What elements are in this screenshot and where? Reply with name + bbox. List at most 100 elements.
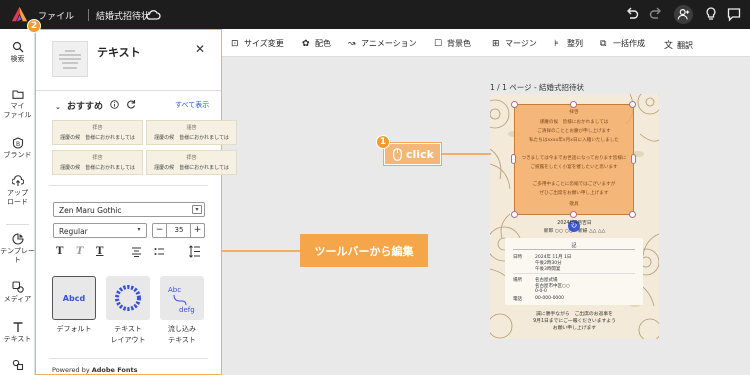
preset-text-layout[interactable] [106,276,150,320]
info-card[interactable]: 記 日時 2024年 11月 1日 午後2時30分 午後3時開宴 場所 名古屋式… [505,238,643,305]
add-user-button[interactable] [674,5,693,24]
selected-text-line: 拝啓 [569,110,579,115]
toolbar-animation[interactable]: ↝ アニメーション [348,38,417,49]
connector-line [441,153,491,155]
rail-label: アップ ロード [7,189,28,206]
info-key: 場所 [513,278,522,283]
rail-item-brand[interactable]: B ブランド [0,137,35,160]
card-heading: 拝啓 [92,125,103,131]
font-size-stepper[interactable]: − 35 + [152,223,205,238]
rail-divider [6,224,29,225]
decrease-size-button[interactable]: − [153,224,167,237]
selected-text-line: 私たちはxxxx年x月x日に入籍いたしました [529,138,619,143]
lightbulb-icon[interactable] [703,6,719,22]
font-weight-select[interactable]: Regular ▾ [53,223,147,238]
card-text: 謹慶の候 皆様におかれましては [60,165,135,171]
italic-style-icon[interactable]: T [76,246,83,257]
toolbar-translate[interactable]: 文翻訳 [664,38,693,51]
top-bar: ファイル 結婚式招待状 [0,0,750,29]
rail-label: マイ ファイル [3,102,32,119]
underline-style-icon[interactable]: T [96,246,103,257]
mouse-icon [393,147,402,161]
recommend-card[interactable]: 拝啓 謹慶の候 皆様におかれましては [52,150,143,175]
resize-handle[interactable] [511,101,518,108]
editing-toolbar: ⊡ サイズ変更 ✿ 配色 ↝ アニメーション ☐ 背景色 ⊞ マージン ⊧ 整列 ⧉ 一括作成… [222,29,750,57]
rail-item-search[interactable]: 検索 [0,41,35,64]
text-panel: テキスト ✕ ⌄ おすすめ すべて表示 拝啓 謹慶の候 皆様におかれましては 謹… [35,29,237,375]
chevron-down-icon: ▾ [137,226,141,233]
card-heading: 拝啓 [92,155,103,161]
resize-handle[interactable] [631,154,636,164]
toolbar-margin[interactable]: ⊞ マージン [492,38,537,49]
toolbar-batch[interactable]: ⧉ 一括作成 [600,38,645,49]
preset-default[interactable]: Abcd [52,276,96,320]
close-icon[interactable]: ✕ [195,42,205,56]
increase-size-button[interactable]: + [190,224,204,237]
step-badge-1: 1 [376,135,390,149]
recommend-card[interactable]: 拝啓 謹慶の候 皆様におかれましては [52,120,143,145]
undo-icon[interactable] [624,6,640,22]
powered-brand[interactable]: Adobe Fonts [92,366,138,374]
resize-handle[interactable] [629,101,636,108]
rail-item-text[interactable]: テキスト [0,321,35,344]
svg-text:defg: defg [179,306,195,314]
recommend-card[interactable]: 謹啓 謹慶の候 皆様におかれましては [146,120,237,145]
preset-label: テキスト レイアウト [110,325,146,344]
resize-handle[interactable] [511,211,518,218]
click-label: click [406,147,434,161]
rail-item-my-files[interactable]: マイ ファイル [0,88,35,120]
rail-item-templates[interactable]: テンプレート [0,233,35,265]
cloud-icon [146,10,161,20]
divider [513,249,635,250]
rail-item-media[interactable]: メディア [0,281,35,304]
align-center-icon[interactable] [131,247,142,257]
list-icon[interactable] [154,247,165,257]
preset-flow-text[interactable]: Abc defg [160,276,204,320]
toolbar-background[interactable]: ☐ 背景色 [434,38,471,49]
file-menu[interactable]: ファイル [38,9,74,22]
rail-item-elements[interactable] [0,359,35,373]
card-text: 謹慶の候 皆様におかれましては [154,165,229,171]
preset-sample: Abcd [62,293,86,303]
resize-handle[interactable] [570,211,577,218]
refresh-icon[interactable] [126,99,136,109]
click-indicator: click [383,142,442,166]
text-icon [13,322,22,332]
toolbar-align[interactable]: ⊧ 整列 [554,38,583,49]
selected-text-line: つきましては今までお世話になっております皆様に [521,156,627,161]
closing-line: 9月1日までにご一報くださいますよう [533,319,616,324]
line-spacing-icon[interactable] [189,245,201,258]
document-title[interactable]: 結婚式招待状 [96,9,150,22]
resize-handle[interactable] [511,154,516,164]
divider [36,90,221,91]
toolbar-resize[interactable]: ⊡ サイズ変更 [231,38,284,49]
translate-icon: 文 [664,41,674,51]
info-key: 電話 [513,297,522,302]
info-value: 午後3時開宴 [535,267,561,272]
bold-style-icon[interactable]: T [56,246,63,257]
redo-icon[interactable] [648,6,664,22]
card-text: 謹慶の候 皆様におかれましては [154,135,229,141]
toolbar-color[interactable]: ✿ 配色 [302,38,331,49]
resize-handle[interactable] [570,101,577,108]
rail-label: 検索 [10,55,25,63]
info-icon[interactable] [110,100,119,109]
show-all-link[interactable]: すべて表示 [175,100,209,110]
step-badge-2: 2 [27,19,41,33]
selected-text-box[interactable]: 拝啓 謹慶の候 皆様におかれましては ご清祥のこととお慶び申し上げます 私たちは… [514,104,634,215]
rail-item-upload[interactable]: アップ ロード [0,175,35,207]
recommend-card[interactable]: 拝啓 謹慶の候 皆様におかれましては [146,150,237,175]
app-logo-icon[interactable] [11,6,28,23]
add-user-icon [677,9,690,20]
font-size-value[interactable]: 35 [167,224,191,237]
font-family-select[interactable]: Zen Maru Gothic ▾ [53,202,205,217]
panel-title: テキスト [97,46,141,59]
elements-icon [12,359,23,371]
align-icon: ⊧ [554,39,559,49]
recommend-header[interactable]: ⌄ おすすめ [55,99,103,112]
powered-by: Powered by Adobe Fonts [52,366,137,374]
resize-handle[interactable] [629,211,636,218]
comment-icon[interactable] [726,6,742,22]
selected-text-line: ご披露をしたく小宴を催したいと思います [530,165,618,170]
card-text: 謹慶の候 皆様におかれましては [60,135,135,141]
